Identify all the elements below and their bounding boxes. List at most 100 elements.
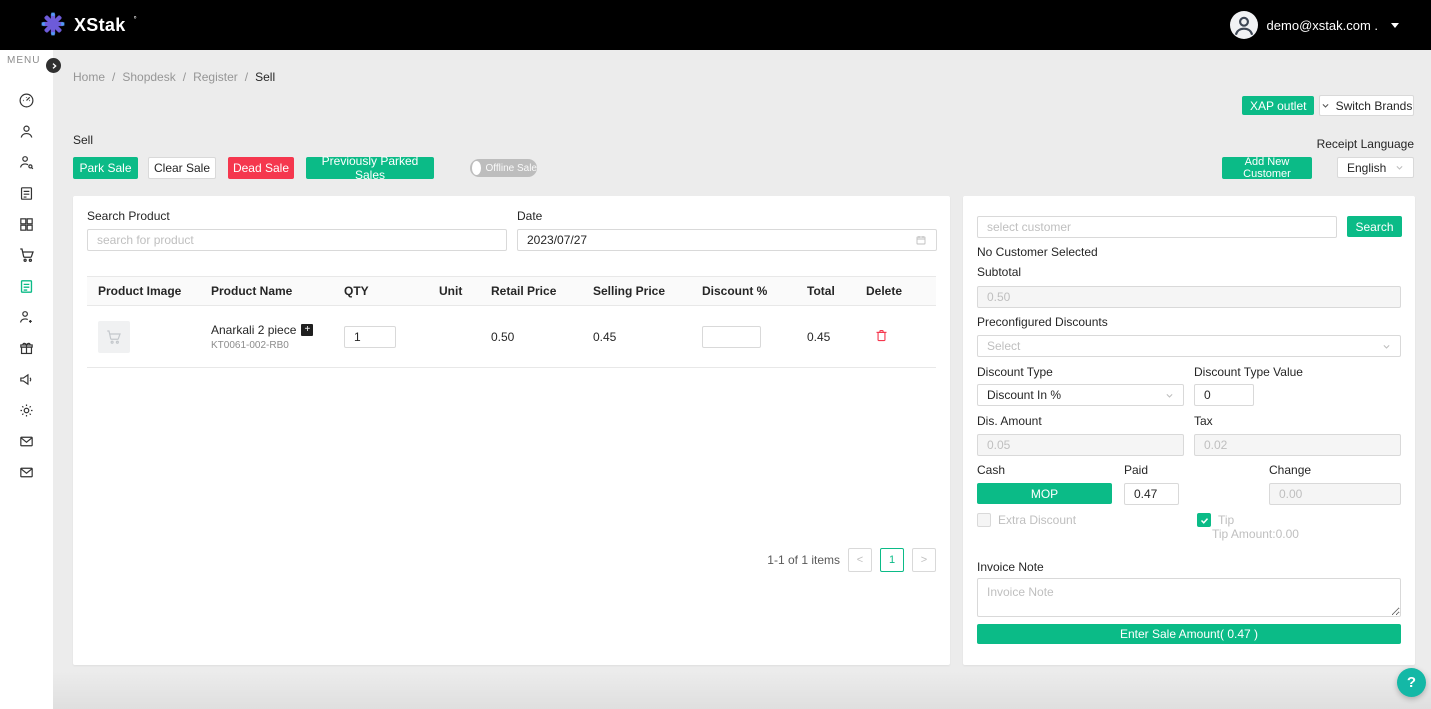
qty-input[interactable] bbox=[344, 326, 396, 348]
menu-label: MENU bbox=[7, 55, 40, 66]
brand-name: XStak bbox=[74, 15, 126, 36]
breadcrumb-home[interactable]: Home bbox=[73, 70, 105, 84]
select-customer-input[interactable] bbox=[977, 216, 1337, 238]
user-tag-icon bbox=[18, 154, 35, 174]
user-menu[interactable]: demo@xstak.com . bbox=[1230, 11, 1399, 39]
col-delete: Delete bbox=[866, 284, 925, 298]
pagination-next-button[interactable]: > bbox=[912, 548, 936, 572]
pagination-page-1[interactable]: 1 bbox=[880, 548, 904, 572]
chevron-down-icon bbox=[1165, 391, 1174, 400]
mop-button[interactable]: MOP bbox=[977, 483, 1112, 504]
page-title: Sell bbox=[73, 133, 93, 147]
brand-trademark: ° bbox=[134, 15, 137, 24]
chevron-down-icon bbox=[1382, 342, 1391, 351]
col-unit: Unit bbox=[439, 284, 491, 298]
sidebar-item-register[interactable] bbox=[0, 272, 53, 303]
sidebar-item-profile[interactable] bbox=[0, 117, 53, 148]
product-image-placeholder bbox=[98, 321, 130, 353]
sidebar-item-dashboard[interactable] bbox=[0, 86, 53, 117]
sidebar-item-add-customer[interactable] bbox=[0, 303, 53, 334]
chevron-down-icon bbox=[1395, 163, 1404, 172]
product-table-header: Product Image Product Name QTY Unit Reta… bbox=[87, 276, 936, 306]
sidebar-item-customers[interactable] bbox=[0, 148, 53, 179]
add-new-customer-button[interactable]: Add New Customer bbox=[1222, 157, 1312, 179]
paid-input[interactable] bbox=[1124, 483, 1179, 505]
discount-type-value-input[interactable] bbox=[1194, 384, 1254, 406]
pagination-summary: 1-1 of 1 items bbox=[767, 553, 840, 567]
calendar-icon bbox=[915, 234, 927, 246]
sidebar-item-campaigns[interactable] bbox=[0, 365, 53, 396]
sidebar: MENU bbox=[0, 50, 53, 709]
park-sale-button[interactable]: Park Sale bbox=[73, 157, 138, 179]
date-label: Date bbox=[517, 209, 542, 223]
col-selling-price: Selling Price bbox=[593, 284, 702, 298]
tip-checkbox-row[interactable]: Tip bbox=[1197, 513, 1234, 527]
sidebar-collapse-button[interactable] bbox=[46, 58, 61, 73]
trash-icon bbox=[874, 328, 889, 343]
mail-icon bbox=[18, 464, 35, 484]
date-value: 2023/07/27 bbox=[527, 233, 587, 247]
help-button[interactable]: ? bbox=[1397, 668, 1426, 697]
product-sku: KT0061-002-RB0 bbox=[211, 340, 344, 351]
enter-sale-amount-button[interactable]: Enter Sale Amount( 0.47 ) bbox=[977, 624, 1401, 644]
brand-logo[interactable]: XStak ° bbox=[40, 11, 137, 40]
customer-search-button[interactable]: Search bbox=[1347, 216, 1402, 237]
sidebar-item-settings[interactable] bbox=[0, 396, 53, 427]
extra-discount-label: Extra Discount bbox=[998, 513, 1076, 527]
search-product-input[interactable] bbox=[87, 229, 507, 251]
col-total: Total bbox=[807, 284, 866, 298]
sidebar-item-messages[interactable] bbox=[0, 427, 53, 458]
sidebar-item-promotions[interactable] bbox=[0, 334, 53, 365]
invoice-note-label: Invoice Note bbox=[977, 560, 1044, 574]
receipt-language-select[interactable]: English bbox=[1337, 157, 1414, 178]
previously-parked-sales-button[interactable]: Previously Parked Sales bbox=[306, 157, 434, 179]
clear-sale-button[interactable]: Clear Sale bbox=[148, 157, 216, 179]
tip-checkbox[interactable] bbox=[1197, 513, 1211, 527]
breadcrumb-shopdesk[interactable]: Shopdesk bbox=[122, 70, 175, 84]
delete-row-button[interactable] bbox=[874, 328, 889, 343]
product-panel: Search Product Date 2023/07/27 Product I… bbox=[73, 196, 950, 665]
extra-discount-checkbox[interactable] bbox=[977, 513, 991, 527]
sidebar-item-inbox[interactable] bbox=[0, 458, 53, 489]
pagination-prev-button[interactable]: < bbox=[848, 548, 872, 572]
sidebar-item-shop[interactable] bbox=[0, 241, 53, 272]
product-name: Anarkali 2 piece bbox=[211, 323, 296, 337]
dead-sale-button[interactable]: Dead Sale bbox=[228, 157, 294, 179]
user-caret-icon bbox=[1391, 23, 1399, 28]
preconfigured-discounts-label: Preconfigured Discounts bbox=[977, 315, 1108, 329]
date-input[interactable]: 2023/07/27 bbox=[517, 229, 937, 251]
discount-type-select[interactable]: Discount In % bbox=[977, 384, 1184, 406]
expand-plus-icon[interactable]: + bbox=[301, 324, 313, 336]
subtotal-input: 0.50 bbox=[977, 286, 1401, 308]
subtotal-label: Subtotal bbox=[977, 265, 1021, 279]
sidebar-item-orders[interactable] bbox=[0, 179, 53, 210]
megaphone-icon bbox=[18, 371, 35, 391]
extra-discount-checkbox-row[interactable]: Extra Discount bbox=[977, 513, 1076, 527]
bottom-shade bbox=[53, 671, 1431, 709]
preconfigured-placeholder: Select bbox=[987, 339, 1020, 353]
invoice-note-textarea[interactable] bbox=[977, 578, 1401, 617]
mail-icon bbox=[18, 433, 35, 453]
col-discount: Discount % bbox=[702, 284, 807, 298]
checkout-panel: Search No Customer Selected Subtotal 0.5… bbox=[963, 196, 1415, 665]
cash-label: Cash bbox=[977, 463, 1005, 477]
change-label: Change bbox=[1269, 463, 1311, 477]
offline-sale-toggle[interactable]: Offline Sale bbox=[470, 159, 537, 177]
product-table: Product Image Product Name QTY Unit Reta… bbox=[87, 276, 936, 368]
user-icon bbox=[18, 123, 35, 143]
breadcrumb-register[interactable]: Register bbox=[193, 70, 238, 84]
discount-input[interactable] bbox=[702, 326, 761, 348]
user-avatar bbox=[1230, 11, 1258, 39]
total-value: 0.45 bbox=[807, 330, 866, 344]
discount-type-selected: Discount In % bbox=[987, 388, 1061, 402]
dis-amount-label: Dis. Amount bbox=[977, 414, 1042, 428]
search-product-label: Search Product bbox=[87, 209, 170, 223]
preconfigured-discounts-select[interactable]: Select bbox=[977, 335, 1401, 357]
cart-icon bbox=[18, 246, 36, 267]
switch-brands-button[interactable]: Switch Brands bbox=[1319, 95, 1414, 116]
breadcrumb-separator: / bbox=[183, 70, 186, 84]
sidebar-item-apps[interactable] bbox=[0, 210, 53, 241]
top-header: XStak ° demo@xstak.com . bbox=[0, 0, 1431, 50]
offline-sale-label: Offline Sale bbox=[485, 163, 537, 174]
tip-amount-text: Tip Amount:0.00 bbox=[1212, 527, 1299, 541]
